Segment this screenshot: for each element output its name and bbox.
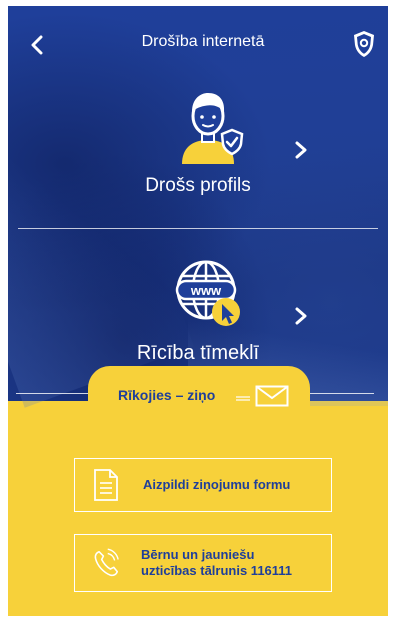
- action-label: Bērnu un jauniešu uzticības tālrunis 116…: [141, 547, 292, 579]
- chevron-left-icon: [31, 35, 43, 55]
- menu-item-label: Rīcība tīmeklī: [136, 342, 260, 364]
- menu-item-safe-profile[interactable]: Drošs profils: [8, 78, 388, 228]
- globe-www-text: www: [190, 283, 222, 298]
- top-bar: Drošība internetā: [8, 6, 388, 82]
- page-title: Drošība internetā: [141, 33, 265, 50]
- state-police-emblem-icon: [354, 31, 374, 57]
- action-label-line: Bērnu un jauniešu: [141, 547, 255, 562]
- menu-item-label: Drošs profils: [145, 175, 251, 196]
- user-shield-icon: [182, 93, 244, 164]
- divider: [310, 393, 374, 394]
- dash-lines-icon: [236, 396, 250, 401]
- report-title: Rīkojies – ziņo: [118, 387, 216, 403]
- back-button[interactable]: [22, 30, 52, 60]
- trust-phone-button[interactable]: Bērnu un jauniešu uzticības tālrunis 116…: [74, 534, 332, 592]
- divider: [16, 393, 88, 394]
- chevron-right-icon: [295, 141, 307, 159]
- divider: [18, 228, 378, 229]
- www-globe-cursor-icon: www: [175, 260, 240, 326]
- action-label-line: uzticības tālrunis 116111: [141, 563, 293, 578]
- phone-icon: [94, 548, 119, 577]
- envelope-icon: [255, 385, 289, 407]
- fill-report-form-button[interactable]: Aizpildi ziņojumu formu: [74, 458, 332, 512]
- app-screen: Drošība internetā Drošs profils www Rīcī…: [8, 6, 388, 616]
- action-label: Aizpildi ziņojumu formu: [143, 477, 291, 492]
- chevron-right-icon: [295, 307, 307, 325]
- form-document-icon: [94, 469, 118, 501]
